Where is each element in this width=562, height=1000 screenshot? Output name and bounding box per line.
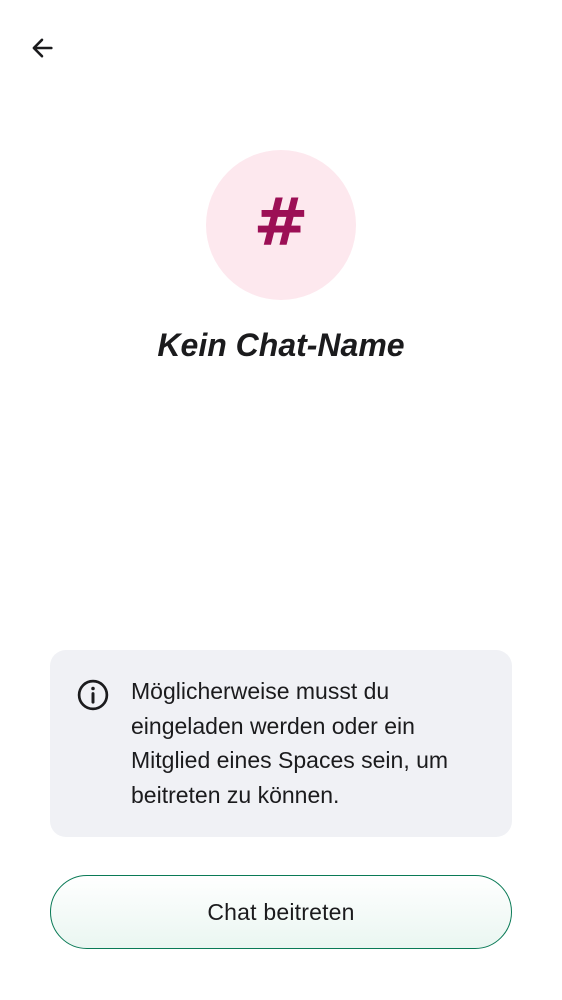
info-icon xyxy=(76,678,110,712)
join-chat-button[interactable]: Chat beitreten xyxy=(50,875,512,949)
back-button[interactable] xyxy=(18,26,66,74)
hashtag-icon: # xyxy=(253,184,309,261)
arrow-left-icon xyxy=(28,34,56,67)
room-title: Kein Chat-Name xyxy=(157,327,405,363)
info-notice: Möglicherweise musst du eingeladen werde… xyxy=(50,650,512,837)
join-chat-label: Chat beitreten xyxy=(207,898,355,925)
info-text: Möglicherweise musst du eingeladen werde… xyxy=(131,678,449,808)
room-avatar: # xyxy=(206,150,356,300)
